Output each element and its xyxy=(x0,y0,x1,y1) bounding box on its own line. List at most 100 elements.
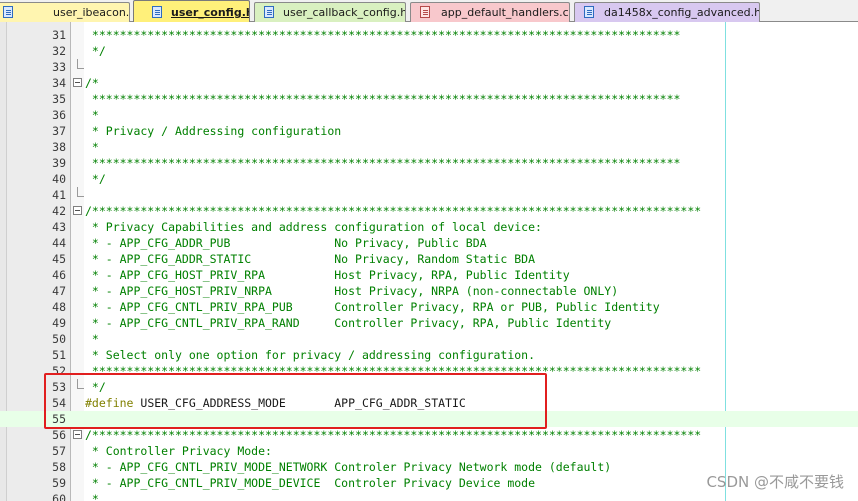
line-number: 60 xyxy=(52,492,66,501)
tab-label: user_callback_config.h xyxy=(283,6,406,19)
tab-user-callback-config-h[interactable]: user_callback_config.h xyxy=(254,2,406,22)
code-text: * - APP_CFG_CNTL_PRIV_RPA_RAND Controlle… xyxy=(85,316,612,330)
code-line[interactable]: 42 /*************************************… xyxy=(0,203,858,219)
saved-file-icon xyxy=(264,6,274,18)
code-text: * xyxy=(85,492,99,501)
code-text: * - APP_CFG_CNTL_PRIV_MODE_NETWORK Contr… xyxy=(85,460,612,474)
code-line[interactable]: 56 /*************************************… xyxy=(0,427,858,443)
line-number: 41 xyxy=(52,188,66,202)
code-text: */ xyxy=(85,380,106,394)
line-number: 53 xyxy=(52,380,66,394)
code-text: * - APP_CFG_HOST_PRIV_NRPA Host Privacy,… xyxy=(85,284,619,298)
file-tab-bar: user_ibeacon.c user_config.h user_callba… xyxy=(0,0,858,23)
code-text: ****************************************… xyxy=(85,28,681,42)
tab-user-ibeacon-c[interactable]: user_ibeacon.c xyxy=(0,2,130,22)
fold-collapse-icon[interactable] xyxy=(73,430,82,439)
code-line[interactable]: 47 * - APP_CFG_HOST_PRIV_NRPA Host Priva… xyxy=(0,283,858,299)
code-text: * Select only one option for privacy / a… xyxy=(85,348,536,362)
line-number: 57 xyxy=(52,444,66,458)
line-number: 43 xyxy=(52,220,66,234)
line-number: 55 xyxy=(52,412,66,426)
code-line[interactable]: 38 * xyxy=(0,139,858,155)
code-line[interactable]: 43 * Privacy Capabilities and address co… xyxy=(0,219,858,235)
code-text: /***************************************… xyxy=(85,204,702,218)
code-text: * xyxy=(85,140,99,154)
code-text: * Privacy Capabilities and address confi… xyxy=(85,220,542,234)
line-number: 47 xyxy=(52,284,66,298)
code-text: * - APP_CFG_ADDR_STATIC No Privacy, Rand… xyxy=(85,252,536,266)
line-number: 45 xyxy=(52,252,66,266)
line-number: 46 xyxy=(52,268,66,282)
line-number: 40 xyxy=(52,172,66,186)
line-number: 38 xyxy=(52,140,66,154)
tab-label: app_default_handlers.c xyxy=(441,6,569,19)
code-line[interactable]: 32 */ xyxy=(0,43,858,59)
code-text: * xyxy=(85,332,99,346)
saved-file-icon xyxy=(3,6,13,18)
code-line[interactable]: 33 xyxy=(0,59,858,75)
line-number: 50 xyxy=(52,332,66,346)
code-line[interactable]: 36 * xyxy=(0,107,858,123)
line-number: 59 xyxy=(52,476,66,490)
tab-label: user_ibeacon.c xyxy=(53,6,130,19)
macro-value: APP_CFG_ADDR_STATIC xyxy=(285,396,466,410)
fold-collapse-icon[interactable] xyxy=(73,206,82,215)
code-line[interactable]: 57 * Controller Privacy Mode: xyxy=(0,443,858,459)
code-line[interactable]: 44 * - APP_CFG_ADDR_PUB No Privacy, Publ… xyxy=(0,235,858,251)
line-number: 42 xyxy=(52,204,66,218)
line-number: 35 xyxy=(52,92,66,106)
code-line[interactable]: 52 *************************************… xyxy=(0,363,858,379)
line-number: 49 xyxy=(52,316,66,330)
tab-label: user_config.h xyxy=(171,6,250,19)
fold-collapse-icon[interactable] xyxy=(73,78,82,87)
line-number: 39 xyxy=(52,156,66,170)
code-line[interactable]: 37 * Privacy / Addressing configuration xyxy=(0,123,858,139)
line-number: 44 xyxy=(52,236,66,250)
saved-file-icon xyxy=(152,6,162,18)
code-line[interactable]: 35 *************************************… xyxy=(0,91,858,107)
code-line[interactable]: 45 * - APP_CFG_ADDR_STATIC No Privacy, R… xyxy=(0,251,858,267)
code-text: #define USER_CFG_ADDRESS_MODE APP_CFG_AD… xyxy=(85,395,466,411)
line-number: 56 xyxy=(52,428,66,442)
code-text: ****************************************… xyxy=(85,364,702,378)
line-number: 52 xyxy=(52,364,66,378)
code-line[interactable]: 40 */ xyxy=(0,171,858,187)
code-line[interactable]: 49 * - APP_CFG_CNTL_PRIV_RPA_RAND Contro… xyxy=(0,315,858,331)
preprocessor-directive: #define xyxy=(85,396,134,410)
code-line[interactable]: 34 /* xyxy=(0,75,858,91)
code-text: * - APP_CFG_ADDR_PUB No Privacy, Public … xyxy=(85,236,487,250)
code-text: * - APP_CFG_CNTL_PRIV_MODE_DEVICE Contro… xyxy=(85,476,536,490)
tab-label: da1458x_config_advanced.h xyxy=(604,6,760,19)
code-editor-area[interactable]: 31 *************************************… xyxy=(0,22,858,501)
code-text: ****************************************… xyxy=(85,92,681,106)
tab-app-default-handlers-c[interactable]: app_default_handlers.c xyxy=(410,2,570,22)
tab-da1458x-config-advanced-h[interactable]: da1458x_config_advanced.h xyxy=(574,2,760,22)
code-line[interactable]: 48 * - APP_CFG_CNTL_PRIV_RPA_PUB Control… xyxy=(0,299,858,315)
code-text: /***************************************… xyxy=(85,428,702,442)
code-line[interactable]: 31 *************************************… xyxy=(0,27,858,43)
code-line[interactable]: 54 #define USER_CFG_ADDRESS_MODE APP_CFG_… xyxy=(0,395,858,411)
line-number: 54 xyxy=(52,396,66,410)
code-line[interactable]: 53 */ xyxy=(0,379,858,395)
line-number: 51 xyxy=(52,348,66,362)
code-line[interactable]: 60 * xyxy=(0,491,858,501)
code-editor-window: user_ibeacon.c user_config.h user_callba… xyxy=(0,0,858,501)
code-text: * xyxy=(85,108,99,122)
code-line[interactable]: 41 xyxy=(0,187,858,203)
line-number: 33 xyxy=(52,60,66,74)
line-number: 32 xyxy=(52,44,66,58)
fold-end-marker xyxy=(77,59,84,69)
code-line[interactable]: 50 * xyxy=(0,331,858,347)
code-text: * - APP_CFG_CNTL_PRIV_RPA_PUB Controller… xyxy=(85,300,660,314)
macro-name: USER_CFG_ADDRESS_MODE xyxy=(133,396,286,410)
tab-user-config-h[interactable]: user_config.h xyxy=(133,0,250,23)
code-line[interactable]: 46 * - APP_CFG_HOST_PRIV_RPA Host Privac… xyxy=(0,267,858,283)
fold-end-marker xyxy=(77,379,84,389)
code-line[interactable]: 51 * Select only one option for privacy … xyxy=(0,347,858,363)
code-line[interactable]: 39 *************************************… xyxy=(0,155,858,171)
code-text: ****************************************… xyxy=(85,156,681,170)
code-line[interactable]: 55 xyxy=(0,411,858,427)
code-text: * Controller Privacy Mode: xyxy=(85,444,272,458)
line-number: 58 xyxy=(52,460,66,474)
code-text: * - APP_CFG_HOST_PRIV_RPA Host Privacy, … xyxy=(85,268,570,282)
